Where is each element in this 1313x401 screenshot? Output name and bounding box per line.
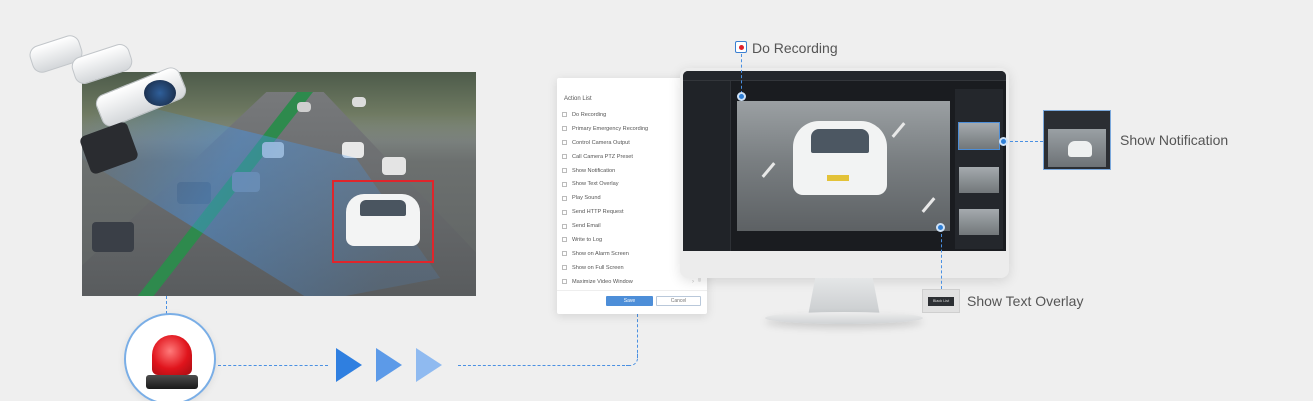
- overlay-chip-text: Black List: [928, 297, 954, 306]
- vms-topbar: [683, 71, 1006, 81]
- callout-dot: [936, 223, 945, 232]
- connector-line: [166, 296, 167, 314]
- checkbox[interactable]: [562, 223, 567, 229]
- action-list-items: Do Recording› Primary Emergency Recordin…: [562, 108, 694, 289]
- show-notification-label: Show Notification: [1120, 132, 1229, 148]
- action-item[interactable]: Send HTTP Request›: [562, 205, 694, 219]
- action-item[interactable]: Maximize Video Window ›: [562, 275, 694, 289]
- triangle-right-icon: [376, 348, 402, 382]
- connector-line: [1010, 141, 1043, 142]
- connector-line: [741, 54, 742, 94]
- connector-line: [941, 234, 942, 289]
- show-text-overlay-label: Show Text Overlay: [967, 293, 1084, 309]
- action-item[interactable]: Write to Log›: [562, 233, 694, 247]
- checkbox[interactable]: [562, 237, 567, 243]
- record-dot-icon: [735, 41, 747, 53]
- action-item[interactable]: Call Camera PTZ Preset›: [562, 150, 694, 164]
- action-item[interactable]: Show on Alarm Screen›: [562, 247, 694, 261]
- do-recording-label: Do Recording: [752, 40, 838, 56]
- action-item[interactable]: Do Recording›: [562, 108, 694, 122]
- vms-screen: [683, 71, 1006, 251]
- checkbox[interactable]: [562, 154, 567, 160]
- action-item[interactable]: Show Notification›: [562, 164, 694, 178]
- action-item[interactable]: Primary Emergency Recording›: [562, 122, 694, 136]
- checkbox[interactable]: [562, 140, 567, 146]
- event-thumbnail[interactable]: [959, 167, 999, 193]
- triangle-right-icon: [416, 348, 442, 382]
- action-item[interactable]: Control Camera Output›: [562, 136, 694, 150]
- callout-dot: [999, 137, 1008, 146]
- action-item[interactable]: Play Sound›: [562, 191, 694, 205]
- alarm-light-icon: [124, 313, 216, 401]
- callout-dot: [737, 92, 746, 101]
- checkbox[interactable]: [562, 195, 567, 201]
- scene-car: [382, 157, 406, 175]
- chevron-right-icon: ›: [692, 278, 694, 285]
- connector-line: [458, 365, 630, 366]
- panel-footer: [557, 290, 707, 291]
- event-thumbnail[interactable]: [958, 122, 1000, 150]
- monitor-stand: [808, 278, 880, 316]
- scene-car: [92, 222, 134, 252]
- action-item[interactable]: Show on Full Screen›: [562, 261, 694, 275]
- notification-thumbnail: [1043, 110, 1111, 170]
- checkbox[interactable]: [562, 251, 567, 257]
- text-overlay-chip: Black List: [922, 289, 960, 313]
- event-thumbnail[interactable]: [959, 209, 999, 235]
- checkbox[interactable]: [562, 209, 567, 215]
- connector-line: [218, 365, 328, 366]
- checkbox[interactable]: [562, 168, 567, 173]
- monitor-base: [765, 312, 923, 324]
- vms-left-nav: [683, 81, 731, 251]
- checkbox[interactable]: [562, 279, 567, 285]
- save-button[interactable]: Save: [606, 296, 653, 306]
- detected-car: [346, 194, 420, 246]
- scene-car: [352, 97, 366, 107]
- cancel-button[interactable]: Cancel: [656, 296, 701, 306]
- live-video[interactable]: [737, 101, 950, 231]
- action-list-title: Action List: [564, 96, 592, 102]
- scene-car: [297, 102, 311, 112]
- video-car: [793, 121, 887, 195]
- checkbox[interactable]: [562, 265, 567, 271]
- action-item[interactable]: Show Text Overlay›: [562, 177, 694, 191]
- action-item[interactable]: Send Email›: [562, 219, 694, 233]
- monitor: [680, 68, 1009, 278]
- detection-box: [332, 180, 434, 263]
- checkbox[interactable]: [562, 181, 567, 187]
- checkbox[interactable]: [562, 112, 567, 118]
- triangle-right-icon: [336, 348, 362, 382]
- checkbox[interactable]: [562, 126, 567, 132]
